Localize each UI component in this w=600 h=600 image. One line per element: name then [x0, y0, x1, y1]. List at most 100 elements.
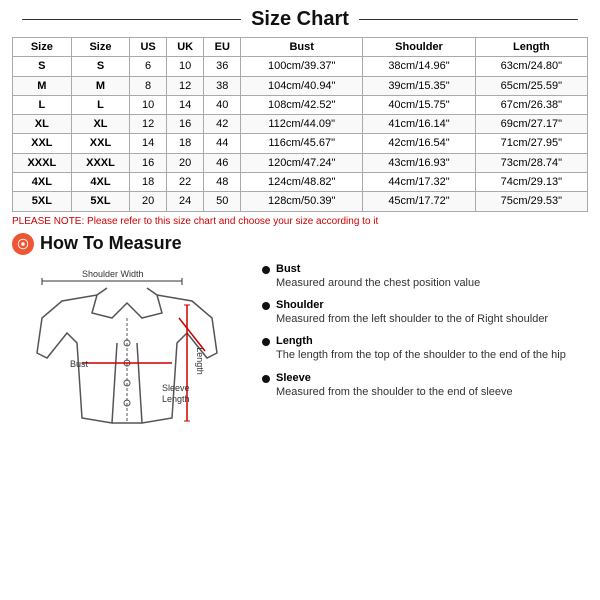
table-cell: 41cm/16.14" [363, 115, 475, 134]
measure-desc: Measured from the shoulder to the end of… [276, 385, 513, 400]
bullet-icon [262, 266, 270, 274]
table-cell: 40 [204, 95, 241, 114]
measure-desc: The length from the top of the shoulder … [276, 348, 566, 363]
how-to-measure-title: How To Measure [40, 233, 182, 254]
table-row: LL101440108cm/42.52"40cm/15.75"67cm/26.3… [13, 95, 588, 114]
col-length: Length [475, 38, 587, 57]
table-cell: 128cm/50.39" [241, 192, 363, 211]
bullet-icon [262, 338, 270, 346]
table-row: XLXL121642112cm/44.09"41cm/16.14"69cm/27… [13, 115, 588, 134]
table-cell: 12 [130, 115, 167, 134]
bullet-icon [262, 375, 270, 383]
col-bust: Bust [241, 38, 363, 57]
header-row: Size Size US UK EU Bust Shoulder Length [13, 38, 588, 57]
table-cell: 65cm/25.59" [475, 76, 587, 95]
measure-name: Length [276, 335, 566, 347]
circle-svg [16, 237, 30, 251]
table-cell: 36 [204, 57, 241, 76]
table-cell: 116cm/45.67" [241, 134, 363, 153]
table-cell: 10 [130, 95, 167, 114]
table-cell: 69cm/27.17" [475, 115, 587, 134]
table-cell: L [13, 95, 72, 114]
table-cell: M [71, 76, 130, 95]
col-shoulder: Shoulder [363, 38, 475, 57]
measure-item: Sleeve Measured from the shoulder to the… [262, 372, 588, 400]
table-cell: 44 [204, 134, 241, 153]
table-cell: 4XL [13, 173, 72, 192]
table-cell: 5XL [13, 192, 72, 211]
jacket-illustration: Shoulder Width [12, 263, 252, 466]
table-cell: 67cm/26.38" [475, 95, 587, 114]
svg-text:Sleeve: Sleeve [162, 383, 190, 393]
table-cell: 16 [130, 153, 167, 172]
bottom-section: Shoulder Width [12, 263, 588, 466]
table-cell: 75cm/29.53" [475, 192, 587, 211]
table-cell: 6 [130, 57, 167, 76]
table-body: SS61036100cm/39.37"38cm/14.96"63cm/24.80… [13, 57, 588, 211]
jacket-svg: Shoulder Width [12, 263, 242, 463]
table-cell: 42 [204, 115, 241, 134]
measure-desc: Measured around the chest position value [276, 276, 480, 291]
table-row: XXLXXL141844116cm/45.67"42cm/16.54"71cm/… [13, 134, 588, 153]
page-title: Size Chart [251, 8, 349, 31]
measure-desc: Measured from the left shoulder to the o… [276, 312, 548, 327]
table-cell: XXXL [71, 153, 130, 172]
table-cell: 20 [166, 153, 204, 172]
table-cell: XL [71, 115, 130, 134]
table-row: MM81238104cm/40.94"39cm/15.35"65cm/25.59… [13, 76, 588, 95]
table-cell: 5XL [71, 192, 130, 211]
title-line-left [22, 19, 241, 20]
svg-text:Length: Length [162, 394, 190, 404]
table-cell: M [13, 76, 72, 95]
how-to-measure-heading: How To Measure [12, 233, 588, 255]
measure-name: Sleeve [276, 372, 513, 384]
measure-icon [12, 233, 34, 255]
table-cell: XXXL [13, 153, 72, 172]
table-row: 5XL5XL202450128cm/50.39"45cm/17.72"75cm/… [13, 192, 588, 211]
table-cell: XL [13, 115, 72, 134]
measure-content: Length The length from the top of the sh… [276, 335, 566, 363]
table-cell: 10 [166, 57, 204, 76]
table-cell: 112cm/44.09" [241, 115, 363, 134]
table-cell: 50 [204, 192, 241, 211]
table-cell: 100cm/39.37" [241, 57, 363, 76]
table-cell: 12 [166, 76, 204, 95]
table-cell: 24 [166, 192, 204, 211]
table-row: XXXLXXXL162046120cm/47.24"43cm/16.93"73c… [13, 153, 588, 172]
measure-content: Sleeve Measured from the shoulder to the… [276, 372, 513, 400]
table-cell: 104cm/40.94" [241, 76, 363, 95]
svg-text:Shoulder Width: Shoulder Width [82, 269, 144, 279]
table-cell: 14 [130, 134, 167, 153]
table-cell: 40cm/15.75" [363, 95, 475, 114]
table-cell: XXL [13, 134, 72, 153]
table-cell: 124cm/48.82" [241, 173, 363, 192]
size-table: Size Size US UK EU Bust Shoulder Length … [12, 37, 588, 212]
table-cell: 18 [166, 134, 204, 153]
table-cell: 38 [204, 76, 241, 95]
table-cell: 14 [166, 95, 204, 114]
table-cell: 74cm/29.13" [475, 173, 587, 192]
measure-name: Bust [276, 263, 480, 275]
table-cell: 63cm/24.80" [475, 57, 587, 76]
table-row: 4XL4XL182248124cm/48.82"44cm/17.32"74cm/… [13, 173, 588, 192]
bullet-icon [262, 302, 270, 310]
table-cell: 22 [166, 173, 204, 192]
table-cell: 39cm/15.35" [363, 76, 475, 95]
measure-name: Shoulder [276, 299, 548, 311]
svg-text:Length: Length [195, 347, 205, 375]
measure-content: Bust Measured around the chest position … [276, 263, 480, 291]
col-uk: UK [166, 38, 204, 57]
table-cell: 71cm/27.95" [475, 134, 587, 153]
table-cell: 44cm/17.32" [363, 173, 475, 192]
table-row: SS61036100cm/39.37"38cm/14.96"63cm/24.80… [13, 57, 588, 76]
table-cell: 18 [130, 173, 167, 192]
table-cell: 42cm/16.54" [363, 134, 475, 153]
table-cell: 73cm/28.74" [475, 153, 587, 172]
title-line-right [359, 19, 578, 20]
table-header: Size Size US UK EU Bust Shoulder Length [13, 38, 588, 57]
col-eu: EU [204, 38, 241, 57]
table-cell: 4XL [71, 173, 130, 192]
note-text: PLEASE NOTE: Please refer to this size c… [12, 216, 588, 227]
title-row: Size Chart [12, 8, 588, 31]
table-cell: 16 [166, 115, 204, 134]
